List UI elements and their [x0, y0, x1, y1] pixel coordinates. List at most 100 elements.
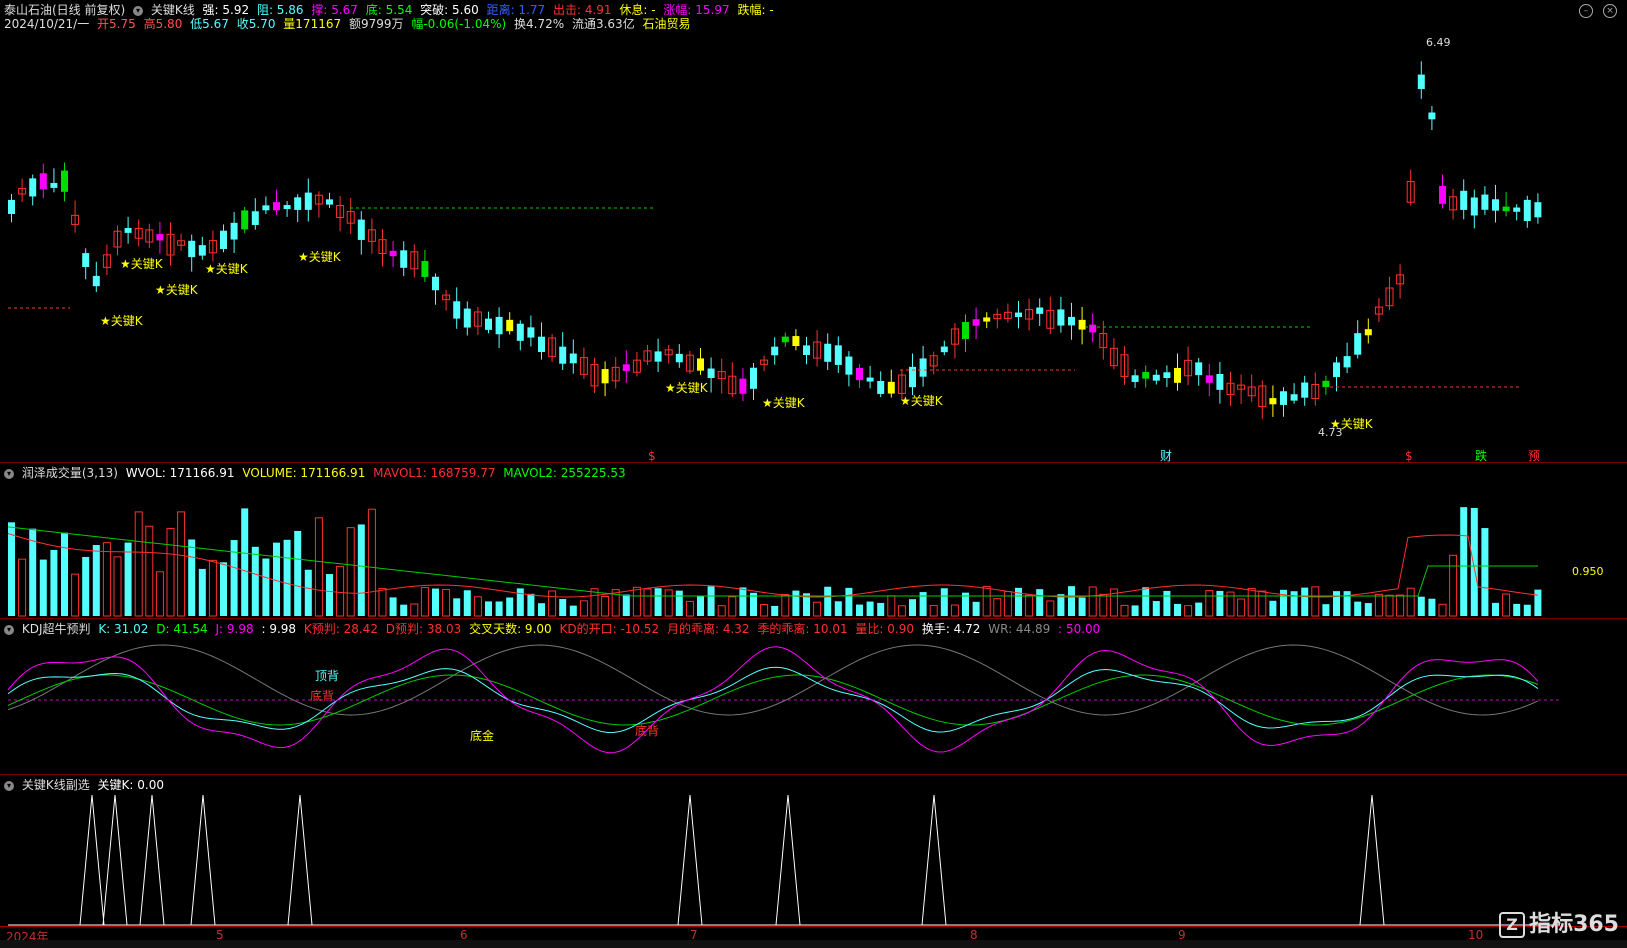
close-icon[interactable]: ×	[1603, 4, 1617, 18]
quote-volume: 量171167	[283, 17, 342, 31]
minimize-icon[interactable]: –	[1579, 4, 1593, 18]
candle-body	[739, 378, 747, 394]
candle-body	[495, 316, 503, 335]
volume-bar	[632, 586, 641, 617]
volume-bar	[1481, 528, 1489, 616]
volume-value: VOLUME: 171166.91	[242, 466, 366, 480]
volume-bar	[1534, 589, 1542, 616]
volume-bar	[124, 542, 132, 616]
candle-body	[230, 222, 238, 240]
candle-body	[1492, 199, 1499, 211]
event-marker: $	[648, 449, 656, 463]
candle-body	[654, 351, 662, 362]
volume-bar	[856, 604, 863, 616]
volume-bar	[1205, 590, 1214, 617]
bottom-tab-strip[interactable]	[0, 940, 1627, 948]
volume-bar	[145, 525, 154, 617]
volume-bar	[442, 589, 451, 617]
volume-bar	[739, 587, 747, 616]
key-k-label: ★关键K	[120, 257, 164, 271]
volume-bar	[1258, 590, 1267, 617]
volume-bar	[220, 562, 227, 616]
kdj-extra: : 50.00	[1058, 622, 1101, 636]
key-k-label: ★关键K	[298, 250, 342, 264]
quote-turnover: 换4.72%	[514, 17, 565, 31]
keyk-title[interactable]: 关键K线副选	[22, 778, 90, 792]
panel-divider[interactable]	[0, 462, 1627, 463]
kdj-title[interactable]: KDJ超牛预判	[22, 622, 91, 636]
candle-body	[792, 336, 800, 346]
kdj-j: J: 9.98	[215, 622, 254, 636]
volume-bar	[877, 602, 885, 616]
volume-bar	[1428, 598, 1436, 616]
candle-body	[432, 276, 439, 291]
volume-bar	[420, 587, 429, 617]
volume-title[interactable]: 润泽成交量(3,13)	[22, 466, 118, 480]
candle-body	[1470, 197, 1478, 216]
volume-bar	[294, 530, 302, 616]
key-k-spike	[775, 794, 801, 926]
kdj-signal-label: 底背	[635, 723, 659, 738]
candle-body	[1280, 391, 1287, 405]
candle-body	[781, 336, 789, 343]
candle-body	[1152, 374, 1160, 381]
volume-bar	[845, 587, 853, 616]
panel-divider[interactable]	[0, 774, 1627, 775]
volume-bar	[1068, 586, 1075, 616]
volume-bar	[824, 586, 832, 616]
volume-bar	[1015, 587, 1022, 616]
volume-bar	[909, 599, 916, 616]
quote-open: 开5.75	[97, 17, 136, 31]
candle-body	[1163, 372, 1171, 379]
volume-bar	[538, 603, 545, 616]
volume-bar	[1523, 604, 1531, 616]
kdj-volume-ratio: 量比: 0.90	[855, 622, 914, 636]
volume-bar	[314, 517, 323, 617]
kdj-turnover: 换手: 4.72	[921, 622, 981, 636]
volume-bar	[1237, 598, 1246, 617]
event-marker: 跌	[1475, 448, 1487, 463]
candle-body	[220, 230, 227, 249]
high-price-label: 6.49	[1426, 36, 1451, 49]
pressure-value: 撑: 5.67	[311, 3, 358, 17]
bottom-value: 底: 5.54	[365, 3, 413, 17]
candle-body	[1301, 382, 1309, 398]
x-axis-line	[0, 926, 1627, 927]
candle-body	[1481, 194, 1489, 210]
candle-body	[1269, 398, 1277, 405]
volume-bar	[71, 573, 80, 617]
volume-bar	[400, 604, 408, 616]
key-k-label: ★关键K	[900, 394, 944, 408]
key-k-label: ★关键K	[100, 314, 144, 328]
kdj-k-pred: K预判: 28.42	[303, 622, 378, 636]
kdj-cross-days: 交叉天数: 9.00	[469, 622, 552, 636]
volume-bar	[834, 601, 842, 616]
volume-bar	[283, 539, 291, 616]
volume-bar	[516, 588, 524, 616]
volume-bar	[1502, 593, 1511, 617]
volume-bar	[155, 571, 164, 617]
panel-divider[interactable]	[0, 618, 1627, 619]
panel-settings-icon[interactable]: ▾	[4, 624, 14, 635]
volume-bar	[1078, 597, 1086, 616]
candle-body	[538, 336, 545, 352]
volume-bar	[61, 532, 68, 616]
indicator-name[interactable]: 关键K线	[151, 3, 195, 17]
volume-bar	[241, 508, 249, 616]
panel-settings-icon[interactable]: ▾	[4, 468, 14, 479]
panel-settings-icon[interactable]: ▾	[4, 780, 14, 791]
volume-bar	[1374, 593, 1383, 617]
volume-bar	[1449, 554, 1458, 617]
candle-body	[856, 367, 863, 381]
candle-body	[357, 219, 365, 240]
stock-name[interactable]: 泰山石油(日线 前复权)	[4, 3, 125, 17]
candle-body	[697, 358, 704, 371]
volume-bar	[1385, 594, 1394, 617]
candle-body	[1174, 367, 1181, 383]
settings-icon[interactable]: ▾	[133, 5, 144, 16]
volume-bar	[622, 594, 630, 616]
volume-bar	[506, 597, 514, 616]
volume-bar	[18, 558, 27, 617]
volume-bar	[654, 588, 662, 616]
candle-body	[962, 321, 969, 339]
